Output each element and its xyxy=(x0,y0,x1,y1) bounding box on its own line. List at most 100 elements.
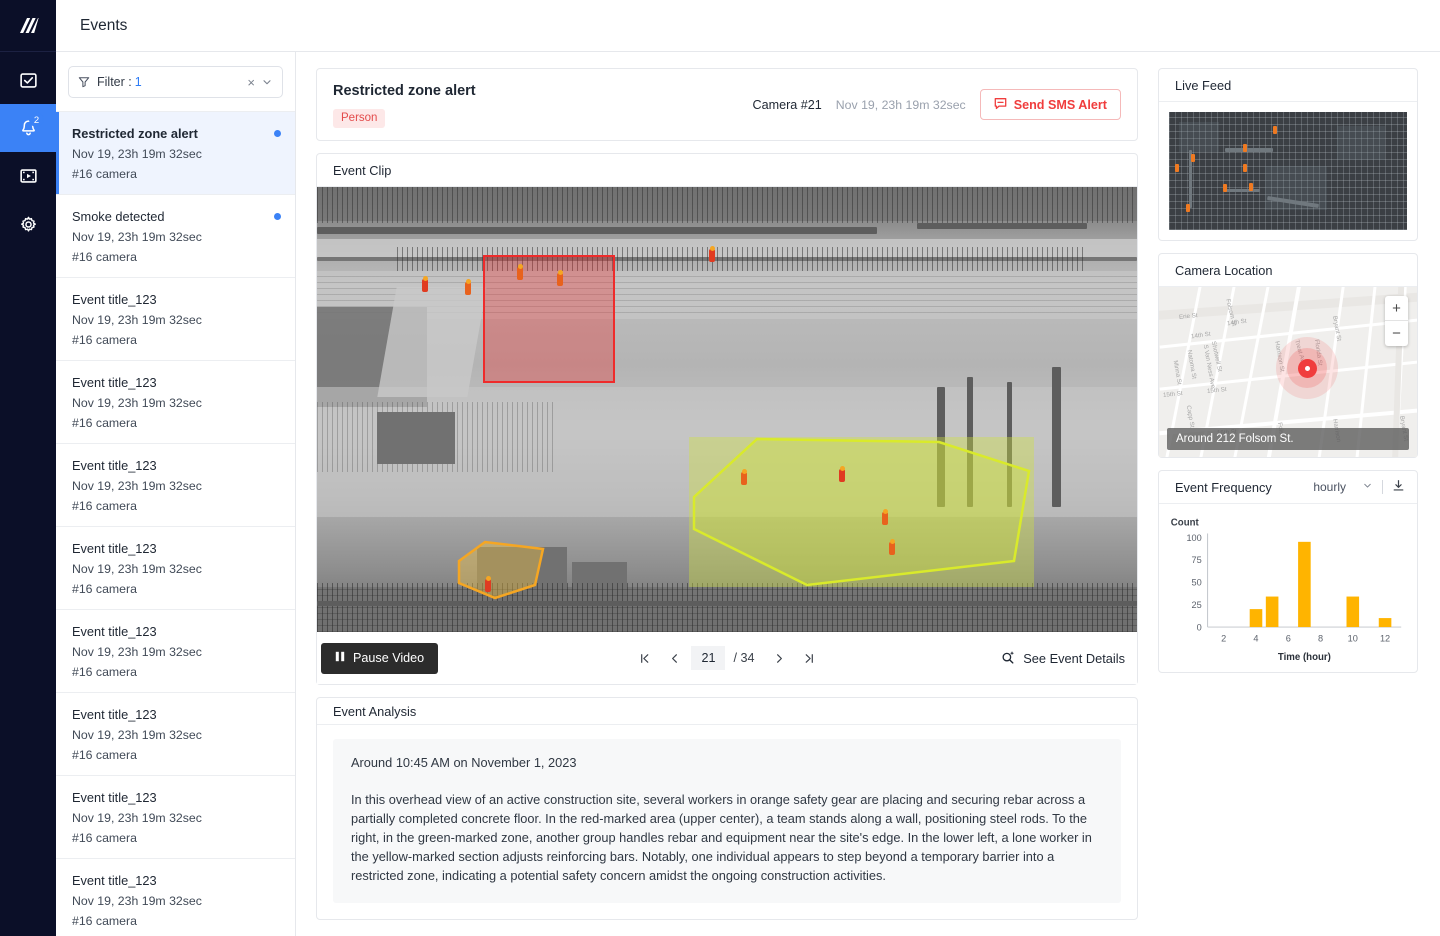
live-feed-body xyxy=(1159,102,1417,240)
event-time: Nov 19, 23h 19m 32sec xyxy=(72,147,279,161)
list-item[interactable]: Smoke detected Nov 19, 23h 19m 32sec #16 c… xyxy=(56,194,295,277)
event-camera: #16 camera xyxy=(72,582,279,596)
icon-rail: 2 xyxy=(0,0,56,936)
pause-video-button[interactable]: Pause Video xyxy=(321,643,438,674)
map-zoom-in-button[interactable]: + xyxy=(1385,296,1408,321)
divider xyxy=(1382,480,1383,494)
sidebar-item-tasks[interactable] xyxy=(0,56,56,104)
event-time: Nov 19, 23h 19m 32sec xyxy=(72,894,279,908)
camera-location-card: Camera Location xyxy=(1158,253,1418,458)
unread-dot xyxy=(274,213,281,220)
gear-icon xyxy=(20,216,37,233)
list-item[interactable]: Event title_123Nov 19, 23h 19m 32sec#16 … xyxy=(56,858,295,936)
chart-x-tick: 10 xyxy=(1348,634,1358,644)
next-page-button[interactable] xyxy=(767,645,793,671)
analysis-text: In this overhead view of an active const… xyxy=(351,790,1103,885)
filter-area: Filter : 1 × xyxy=(56,52,295,111)
page-number-input[interactable] xyxy=(691,646,725,670)
map-view[interactable]: Erie St Folsom St 14th St 14th St Shotwe… xyxy=(1159,287,1417,457)
event-camera: #16 camera xyxy=(72,499,279,513)
event-time: Nov 19, 23h 19m 32sec xyxy=(72,811,279,825)
funnel-icon xyxy=(78,76,90,88)
chart-x-tick: 8 xyxy=(1318,634,1323,644)
event-frequency-title: Event Frequency xyxy=(1175,480,1272,495)
send-sms-alert-button[interactable]: Send SMS Alert xyxy=(980,89,1121,120)
app-logo[interactable] xyxy=(0,0,56,52)
filter-clear-icon[interactable]: × xyxy=(241,75,261,90)
event-analysis-body: Around 10:45 AM on November 1, 2023 In t… xyxy=(317,725,1137,919)
chevron-down-icon[interactable] xyxy=(261,76,273,88)
event-analysis-title: Event Analysis xyxy=(317,698,1137,725)
event-title: Restricted zone alert xyxy=(72,126,279,141)
alert-title: Restricted zone alert xyxy=(333,83,752,99)
camera-location-marker xyxy=(1276,337,1338,399)
chart-y-tick: 100 xyxy=(1186,533,1201,543)
list-item[interactable]: Event title_123Nov 19, 23h 19m 32sec#16 … xyxy=(56,277,295,360)
sidebar-item-settings[interactable] xyxy=(0,200,56,248)
last-page-button[interactable] xyxy=(797,645,823,671)
filter-control[interactable]: Filter : 1 × xyxy=(68,66,283,98)
sidebar-item-alerts[interactable]: 2 xyxy=(0,104,56,152)
chart-bar xyxy=(1298,542,1311,627)
map-zoom-out-button[interactable]: − xyxy=(1385,321,1408,346)
event-title: Event title_123 xyxy=(72,292,279,307)
download-icon xyxy=(1392,479,1405,495)
unread-dot xyxy=(274,130,281,137)
download-chart-button[interactable] xyxy=(1392,479,1405,495)
status-badge: Person xyxy=(333,109,385,128)
filter-label: Filter : xyxy=(97,75,132,89)
event-camera: #16 camera xyxy=(72,333,279,347)
events-list-panel: Filter : 1 × Restricted zone alert Nov 19… xyxy=(56,52,296,936)
first-page-button[interactable] xyxy=(631,645,657,671)
event-camera: #16 camera xyxy=(72,416,279,430)
alert-header-left: Restricted zone alert Person xyxy=(333,83,752,128)
chart-x-tick: 6 xyxy=(1286,634,1291,644)
chart-bar xyxy=(1347,597,1360,627)
caution-zone-overlay xyxy=(455,539,550,601)
event-title: Event title_123 xyxy=(72,375,279,390)
list-item[interactable]: Event title_123Nov 19, 23h 19m 32sec#16 … xyxy=(56,775,295,858)
list-item[interactable]: Restricted zone alert Nov 19, 23h 19m 32s… xyxy=(56,111,295,194)
rail-items: 2 xyxy=(0,52,56,248)
event-title: Event title_123 xyxy=(72,624,279,639)
interval-select[interactable]: hourly xyxy=(1313,480,1373,494)
main-area: Events Filter : 1 × xyxy=(56,0,1440,936)
event-camera: #16 camera xyxy=(72,167,279,181)
event-time: Nov 19, 23h 19m 32sec xyxy=(72,728,279,742)
live-feed-image[interactable] xyxy=(1169,112,1407,230)
event-time: Nov 19, 23h 19m 32sec xyxy=(72,479,279,493)
app-root: 2 Events xyxy=(0,0,1440,936)
see-event-details-label: See Event Details xyxy=(1023,651,1125,666)
event-time: Nov 19, 23h 19m 32sec xyxy=(72,562,279,576)
previous-page-button[interactable] xyxy=(661,645,687,671)
list-item[interactable]: Event title_123 Nov 19, 23h 19m 32sec #16 … xyxy=(56,360,295,443)
see-event-details-button[interactable]: See Event Details xyxy=(1001,650,1125,667)
right-column: Live Feed xyxy=(1148,52,1440,936)
events-scroll[interactable]: Restricted zone alert Nov 19, 23h 19m 32s… xyxy=(56,111,295,936)
event-camera: #16 camera xyxy=(72,831,279,845)
event-clip-title: Event Clip xyxy=(317,154,1137,187)
chart-y-tick: 0 xyxy=(1197,622,1202,632)
event-time: Nov 19, 23h 19m 32sec xyxy=(72,645,279,659)
event-time: Nov 19, 23h 19m 32sec xyxy=(72,396,279,410)
event-camera: #16 camera xyxy=(72,250,279,264)
filter-count: 1 xyxy=(135,75,142,89)
event-clip-body: Pause Video xyxy=(317,187,1137,684)
list-item[interactable]: Event title_123Nov 19, 23h 19m 32sec#16 … xyxy=(56,609,295,692)
sidebar-item-recordings[interactable] xyxy=(0,152,56,200)
event-title: Event title_123 xyxy=(72,707,279,722)
event-frequency-card: Event Frequency hourly xyxy=(1158,470,1418,673)
video-player[interactable] xyxy=(317,187,1137,632)
chevron-down-icon xyxy=(1362,480,1373,494)
live-feed-card: Live Feed xyxy=(1158,68,1418,241)
event-time: Nov 19, 23h 19m 32sec xyxy=(72,230,279,244)
event-title: Event title_123 xyxy=(72,458,279,473)
list-item[interactable]: Event title_123 Nov 19, 23h 19m 32sec #16 … xyxy=(56,526,295,609)
list-item[interactable]: Event title_123Nov 19, 23h 19m 32sec#16 … xyxy=(56,692,295,775)
event-title: Smoke detected xyxy=(72,209,279,224)
restricted-zone-overlay xyxy=(483,255,615,383)
event-title: Event title_123 xyxy=(72,541,279,556)
list-item[interactable]: Event title_123 Nov 19, 23h 19m 32sec #16 … xyxy=(56,443,295,526)
chart-bar xyxy=(1379,618,1392,627)
work-zone-overlay xyxy=(689,437,1034,587)
